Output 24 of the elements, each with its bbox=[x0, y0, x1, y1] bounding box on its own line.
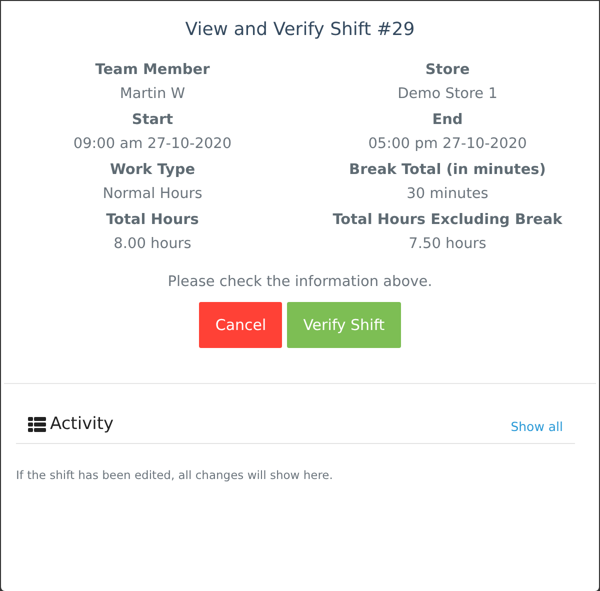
field-value: Martin W bbox=[120, 86, 186, 102]
field-label: Total Hours bbox=[106, 212, 199, 228]
field-label: End bbox=[432, 112, 463, 128]
field-value: 8.00 hours bbox=[114, 236, 192, 252]
cancel-button[interactable]: Cancel bbox=[199, 302, 282, 348]
field-label: Team Member bbox=[95, 62, 210, 78]
field-label: Total Hours Excluding Break bbox=[332, 212, 562, 228]
field-value: Demo Store 1 bbox=[398, 86, 498, 102]
field-label: Store bbox=[425, 62, 470, 78]
field-value: 09:00 am 27-10-2020 bbox=[73, 136, 232, 152]
field-label: Start bbox=[132, 112, 174, 128]
verify-button[interactable]: Verify Shift bbox=[287, 302, 401, 348]
field-label: Work Type bbox=[110, 162, 196, 178]
field-value: Normal Hours bbox=[102, 186, 202, 202]
empty-activity-text: If the shift has been edited, all changes will show here. bbox=[16, 468, 334, 482]
activity-title: Activity bbox=[50, 414, 114, 434]
field-label: Break Total (in minutes) bbox=[349, 162, 546, 178]
show-all-link[interactable]: Show all bbox=[510, 419, 563, 434]
list-icon bbox=[28, 416, 46, 432]
modal-title: View and Verify Shift #29 bbox=[184, 19, 416, 40]
field-value: 7.50 hours bbox=[408, 236, 486, 252]
field-value: 30 minutes bbox=[406, 186, 488, 202]
prompt-text: Please check the information above. bbox=[166, 274, 434, 290]
field-value: 05:00 pm 27-10-2020 bbox=[368, 136, 527, 152]
